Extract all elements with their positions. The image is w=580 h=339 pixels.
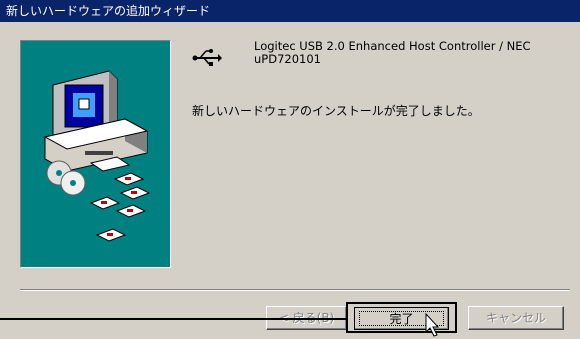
usb-icon xyxy=(192,49,222,66)
separator xyxy=(20,289,570,291)
device-name: Logitec USB 2.0 Enhanced Host Controller… xyxy=(254,39,531,66)
completion-message: 新しいハードウェアのインストールが完了しました。 xyxy=(192,104,480,118)
callout-line xyxy=(0,318,348,320)
wizard-illustration xyxy=(20,40,171,268)
computer-with-discs-icon xyxy=(43,70,151,242)
window-title: 新しいハードウェアの追加ウィザード xyxy=(6,4,211,18)
title-bar: 新しいハードウェアの追加ウィザード xyxy=(0,0,580,22)
cancel-button[interactable]: キャンセル xyxy=(468,306,564,330)
wizard-dialog: 新しいハードウェアの追加ウィザード Logitec USB 2.0 Enhanc… xyxy=(0,0,580,339)
mouse-cursor-icon xyxy=(425,313,440,337)
